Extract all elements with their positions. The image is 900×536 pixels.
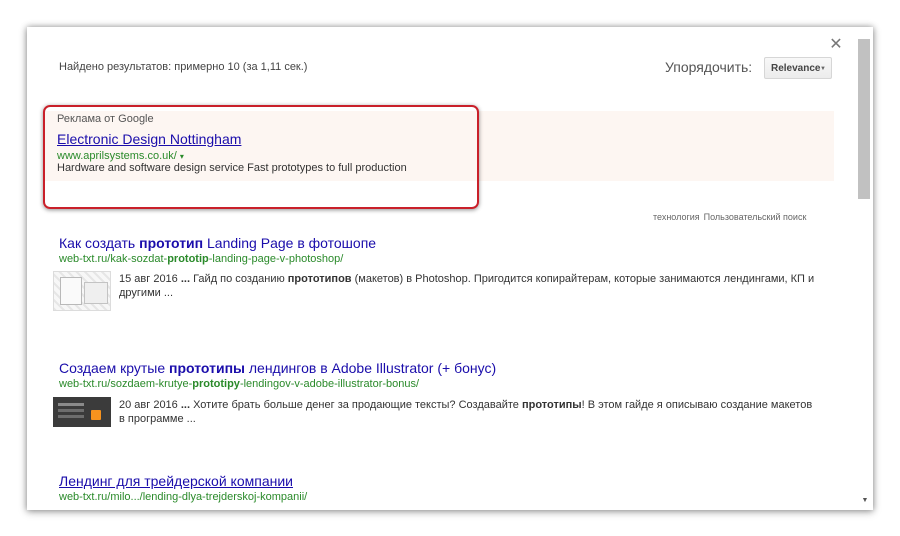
result-title-link[interactable]: Лендинг для трейдерской компании (59, 473, 293, 489)
result-title-link[interactable]: Как создать прототип Landing Page в фото… (59, 235, 376, 251)
ad-label: Реклама от Google (57, 113, 154, 125)
result-thumbnail[interactable] (53, 397, 111, 427)
result-url-text: -lendingov-v-adobe-illustrator-bonus/ (239, 378, 420, 390)
result-title-highlight: прототипы (169, 360, 245, 376)
search-results-dialog: ✕ Найдено результатов: примерно 10 (за 1… (27, 27, 873, 510)
result-url-text: -landing-page-v-photoshop/ (208, 253, 344, 265)
result-snippet: 15 авг 2016 ... Гайд по созданию прототи… (119, 272, 819, 300)
result-url-text: web-txt.ru/kak-sozdat- (59, 253, 168, 265)
ad-url-text: www.aprilsystems.co.uk/ (57, 150, 177, 162)
result-title-text: Создаем крутые (59, 360, 170, 376)
result-url: web-txt.ru/milo.../lending-dlya-trejders… (59, 491, 308, 503)
result-title-link[interactable]: Создаем крутые прототипы лендингов в Ado… (59, 360, 496, 376)
sort-label: Упорядочить: (665, 59, 753, 75)
result-url: web-txt.ru/kak-sozdat-prototip-landing-p… (59, 253, 343, 265)
result-title-text: лендингов в Adobe Illustrator (+ бонус) (244, 360, 497, 376)
result-count: Найдено результатов: примерно 10 (за 1,1… (59, 61, 308, 73)
snippet-text: Гайд по созданию (190, 273, 288, 285)
snippet-ellipsis: ... (180, 399, 191, 411)
result-title-highlight: прототип (139, 235, 204, 251)
chevron-down-icon: ▼ (820, 66, 826, 72)
ad-url-dropdown-icon[interactable]: ▾ (180, 152, 184, 161)
snippet-highlight: прототипы (521, 399, 582, 411)
search-meta: технология Пользовательский поиск (653, 212, 810, 222)
result-url-highlight: prototip (167, 253, 209, 265)
ad-title-link[interactable]: Electronic Design Nottingham (57, 131, 241, 147)
result-thumbnail[interactable] (53, 271, 111, 311)
sort-dropdown[interactable]: Relevance ▼ (764, 57, 832, 79)
result-url-text: web-txt.ru/sozdaem-krutye- (59, 378, 193, 390)
search-meta-tag[interactable]: технология (653, 212, 700, 222)
result-url-highlight: prototipy (192, 378, 240, 390)
snippet-date: 15 авг 2016 (119, 273, 181, 285)
result-title-text: Landing Page в фотошопе (203, 235, 377, 251)
result-snippet: 20 авг 2016 ... Хотите брать больше дене… (119, 398, 819, 426)
snippet-ellipsis: ... (180, 273, 191, 285)
result-title-text: Как создать (59, 235, 140, 251)
scrollbar-thumb[interactable] (858, 39, 870, 199)
snippet-highlight: прототипов (287, 273, 352, 285)
snippet-text: Хотите брать больше денег за продающие т… (190, 399, 522, 411)
result-url: web-txt.ru/sozdaem-krutye-prototipy-lend… (59, 378, 419, 390)
ad-description: Hardware and software design service Fas… (57, 162, 407, 174)
ad-url[interactable]: www.aprilsystems.co.uk/▾ (57, 150, 184, 162)
sort-dropdown-value: Relevance (771, 63, 821, 74)
search-meta-engine: Пользовательский поиск (703, 212, 807, 222)
snippet-date: 20 авг 2016 (119, 399, 181, 411)
close-icon[interactable]: ✕ (829, 37, 843, 53)
arrow-down-icon[interactable]: ▼ (859, 495, 871, 507)
